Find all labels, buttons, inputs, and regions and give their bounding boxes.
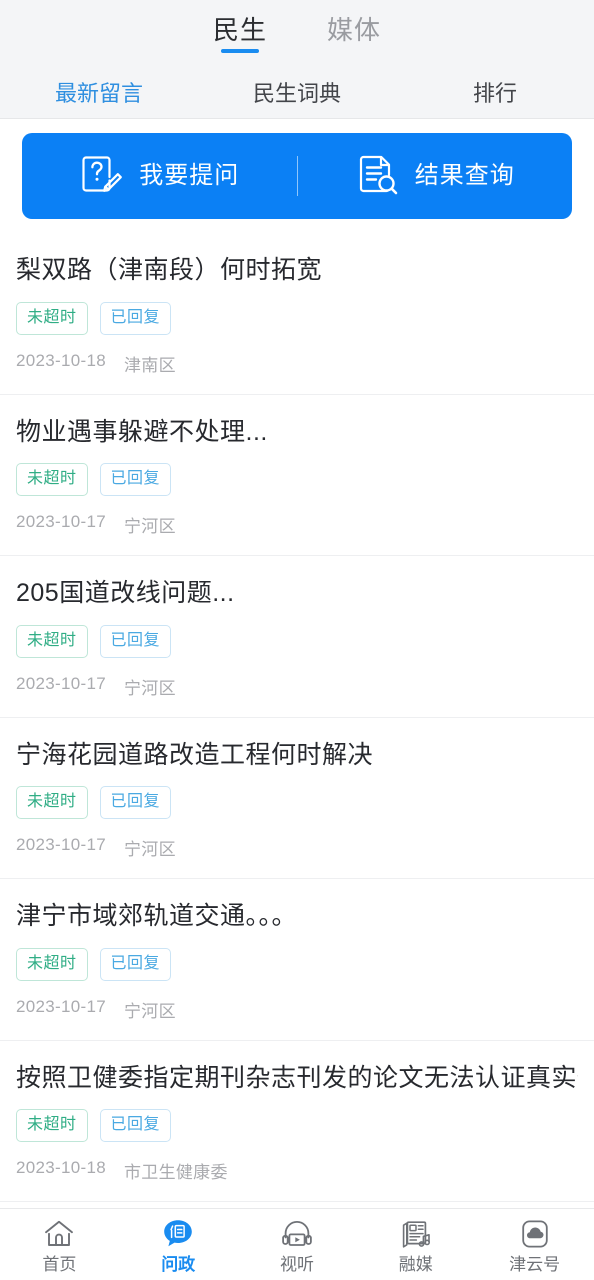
status-badge: 未超时 (16, 786, 88, 819)
speech-bubble-wen-icon (161, 1217, 195, 1251)
list-item[interactable]: 按照卫健委指定期刊杂志刊发的论文无法认证真实性 未超时 已回复 2023-10-… (0, 1040, 594, 1202)
nav-item-wenzheng[interactable]: 问政 (119, 1209, 238, 1280)
app-root: 民生 媒体 最新留言 民生词典 排行 我要提问 结果查询 梨双路（津南段）何时拓… (0, 0, 594, 1280)
status-badge: 未超时 (16, 301, 88, 335)
subtab-dictionary[interactable]: 民生词典 (198, 83, 396, 105)
list-item-badges: 未超时 已回复 (16, 947, 578, 981)
list-item-region: 市卫生健康委 (123, 1163, 228, 1182)
active-tab-underline (220, 49, 259, 53)
nav-item-jinyunhao-label: 津云号 (509, 1254, 561, 1274)
nav-item-rongmei[interactable]: 融媒 (356, 1209, 475, 1280)
list-item-badges: 未超时 已回复 (16, 1109, 578, 1142)
bottom-navigation: 首页 问政 视听 融媒 津云号 (0, 1208, 594, 1280)
list-item-date: 2023-10-18 (16, 350, 106, 370)
list-item-date: 2023-10-17 (16, 512, 106, 531)
sub-tab-bar: 最新留言 民生词典 排行 (0, 70, 594, 119)
list-item-title: 物业遇事躲避不处理... (16, 417, 268, 446)
list-item-meta: 2023-10-18 市卫生健康委 (16, 1158, 578, 1183)
list-item-region: 宁河区 (123, 678, 176, 698)
document-question-pencil-icon (79, 152, 123, 201)
list-item-region: 宁河区 (123, 840, 176, 859)
list-item-meta: 2023-10-18 津南区 (16, 351, 578, 376)
list-item-date: 2023-10-17 (16, 996, 106, 1016)
list-item[interactable]: 物业遇事躲避不处理... 未超时 已回复 2023-10-17 宁河区 (0, 394, 594, 556)
headphones-play-icon (280, 1217, 314, 1251)
status-badge: 未超时 (16, 947, 88, 981)
list-item-title: 205国道改线问题... (16, 579, 235, 607)
list-item-meta: 2023-10-17 宁河区 (16, 512, 578, 537)
result-query-label: 结果查询 (414, 162, 515, 189)
list-item-badges: 未超时 已回复 (16, 624, 578, 658)
list-item-meta: 2023-10-17 宁河区 (16, 674, 578, 699)
list-item-date: 2023-10-17 (16, 673, 106, 693)
nav-item-home[interactable]: 首页 (0, 1209, 119, 1280)
list-item-region: 津南区 (123, 355, 176, 375)
list-item-meta: 2023-10-17 宁河区 (16, 997, 578, 1022)
status-badge: 未超时 (16, 463, 88, 496)
tab-minsheng-label: 民生 (212, 15, 267, 45)
list-item-title: 按照卫健委指定期刊杂志刊发的论文无法认证真实性 (16, 1063, 578, 1092)
status-badge: 未超时 (16, 1109, 88, 1142)
list-item[interactable]: 津宁市域郊轨道交通。。。 未超时 已回复 2023-10-17 宁河区 (0, 879, 594, 1041)
list-item-title: 津宁市域郊轨道交通。。。 (16, 902, 298, 930)
ask-question-button[interactable]: 我要提问 (22, 133, 297, 219)
nav-item-shiting[interactable]: 视听 (238, 1209, 357, 1280)
nav-item-wenzheng-label: 问政 (161, 1254, 196, 1274)
result-query-button[interactable]: 结果查询 (298, 133, 573, 219)
reply-badge: 已回复 (99, 301, 172, 335)
list-item-region: 宁河区 (123, 1001, 176, 1021)
list-item[interactable]: 宁海花园道路改造工程何时解决 未超时 已回复 2023-10-17 宁河区 (0, 717, 594, 879)
list-item[interactable]: 205国道改线问题... 未超时 已回复 2023-10-17 宁河区 (0, 556, 594, 718)
tab-meiti-label: 媒体 (327, 15, 382, 45)
banner-container: 我要提问 结果查询 (0, 119, 594, 233)
newspaper-music-icon (399, 1217, 433, 1251)
list-item-meta: 2023-10-17 宁河区 (16, 835, 578, 860)
top-tab-bar: 民生 媒体 (0, 0, 594, 70)
reply-badge: 已回复 (99, 624, 172, 658)
home-icon (42, 1217, 76, 1251)
list-item-date: 2023-10-17 (16, 835, 106, 854)
list-item-badges: 未超时 已回复 (16, 463, 578, 496)
nav-item-shiting-label: 视听 (279, 1254, 314, 1274)
reply-badge: 已回复 (99, 1109, 172, 1142)
nav-item-rongmei-label: 融媒 (398, 1254, 433, 1274)
subtab-latest-messages[interactable]: 最新留言 (0, 83, 198, 105)
nav-item-jinyunhao[interactable]: 津云号 (475, 1209, 594, 1280)
list-item-title: 梨双路（津南段）何时拓宽 (16, 256, 323, 284)
subtab-ranking[interactable]: 排行 (396, 83, 594, 105)
list-item-title: 宁海花园道路改造工程何时解决 (16, 740, 374, 769)
reply-badge: 已回复 (99, 463, 172, 496)
list-item-badges: 未超时 已回复 (16, 301, 578, 335)
list-item-region: 宁河区 (123, 517, 176, 536)
list-item-date: 2023-10-18 (16, 1158, 106, 1177)
document-search-icon (355, 152, 399, 201)
message-list: 梨双路（津南段）何时拓宽 未超时 已回复 2023-10-18 津南区 物业遇事… (0, 233, 594, 1280)
tab-minsheng[interactable]: 民生 (207, 15, 273, 55)
action-banner: 我要提问 结果查询 (22, 133, 572, 219)
list-item[interactable]: 梨双路（津南段）何时拓宽 未超时 已回复 2023-10-18 津南区 (0, 233, 594, 395)
list-item-badges: 未超时 已回复 (16, 786, 578, 819)
nav-item-home-label: 首页 (42, 1254, 77, 1274)
reply-badge: 已回复 (99, 947, 172, 981)
reply-badge: 已回复 (99, 786, 172, 819)
ask-question-label: 我要提问 (139, 162, 240, 189)
cloud-square-icon (518, 1217, 552, 1251)
status-badge: 未超时 (16, 624, 88, 658)
tab-meiti[interactable]: 媒体 (321, 15, 387, 55)
